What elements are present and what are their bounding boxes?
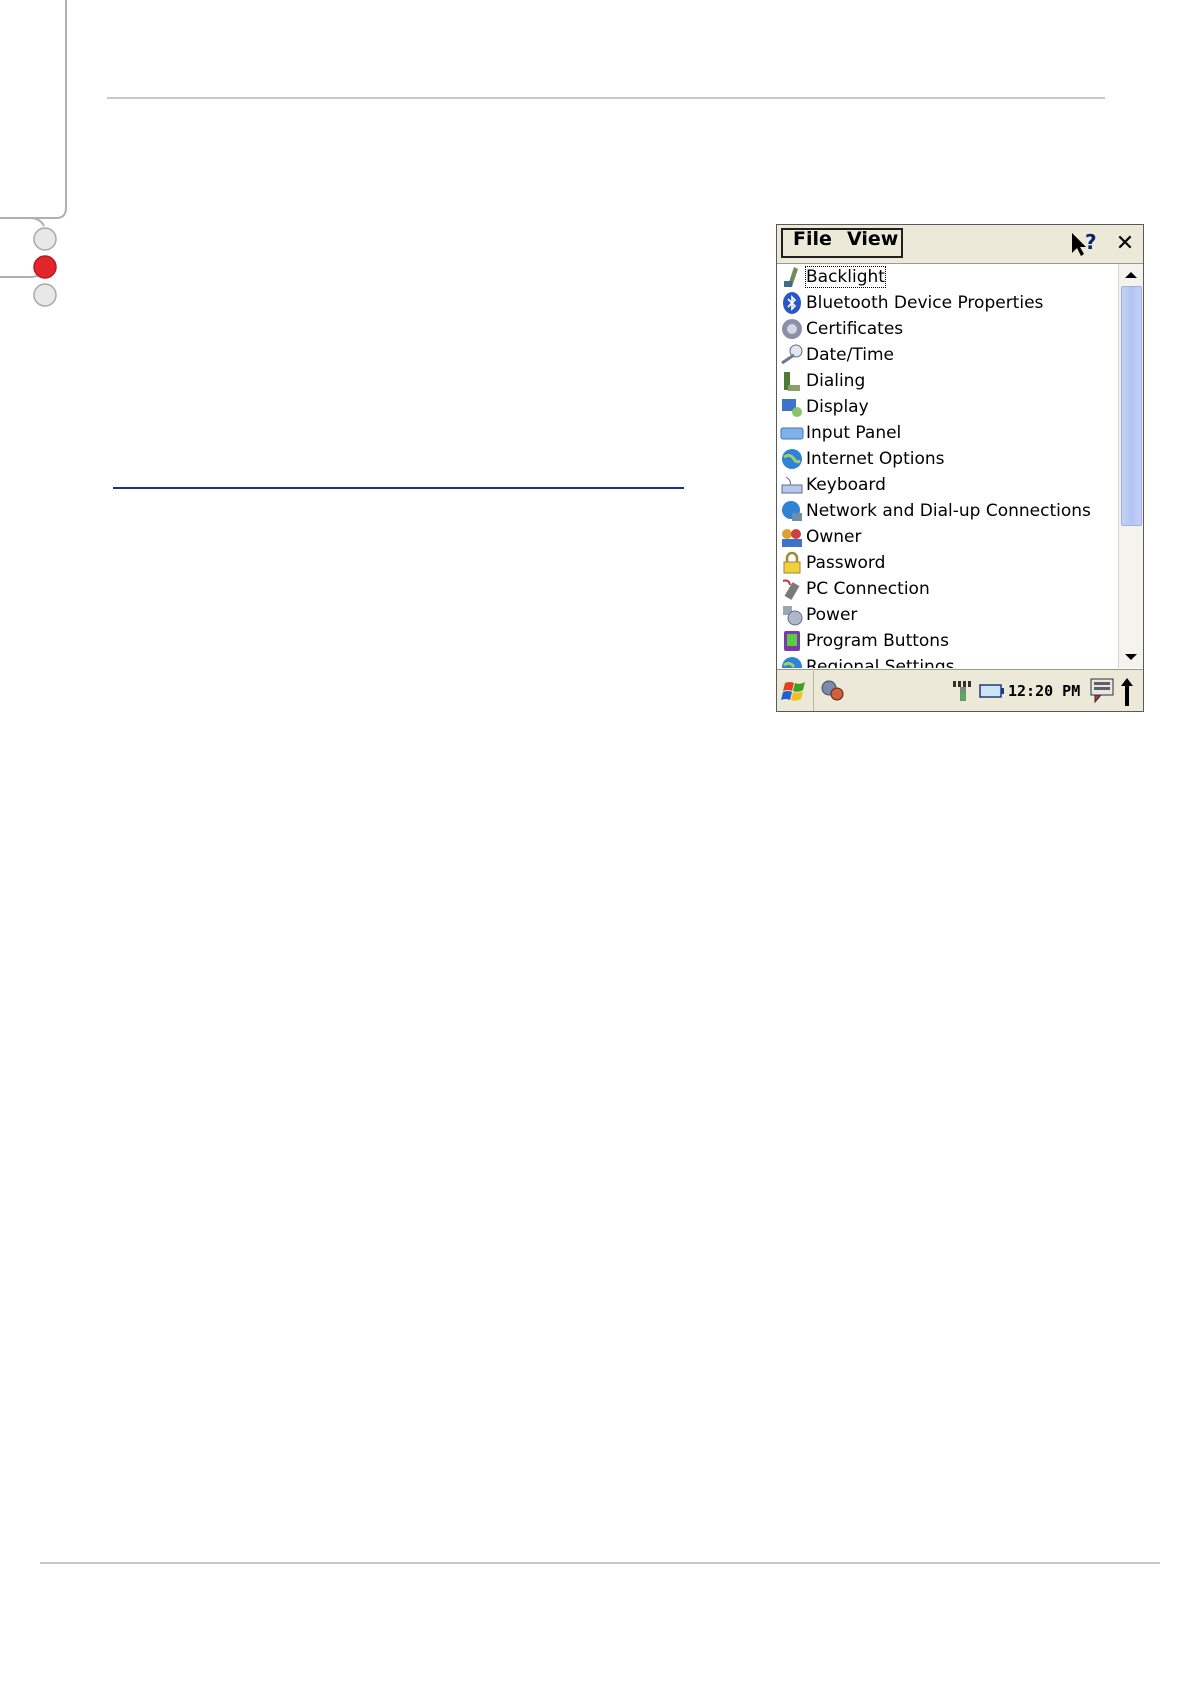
footer-divider [40,1562,1160,1564]
menu-view[interactable]: View [847,228,898,250]
bullet-active [33,255,57,279]
list-item-pc-connection[interactable]: PC Connection [777,576,1117,602]
list-item-internet-options[interactable]: Internet Options [777,446,1117,472]
certificates-icon [782,319,802,339]
scroll-down-icon[interactable] [1119,648,1143,666]
input-panel-toggle-icon[interactable] [1089,676,1115,706]
taskbar-clock[interactable]: 12:20 PM [1008,682,1080,700]
list-item-power[interactable]: Power [777,602,1117,628]
list-item-certificates[interactable]: Certificates [777,316,1117,342]
keyboard-icon [781,476,803,494]
taskbar-up-arrow-icon[interactable] [1119,676,1135,708]
password-icon [783,551,801,574]
list-item-network[interactable]: Network and Dial-up Connections [777,498,1117,524]
close-icon[interactable]: ✕ [1110,229,1140,259]
taskbar: 12:20 PM [777,669,1143,711]
power-icon [783,606,803,626]
list-item-keyboard[interactable]: Keyboard [777,472,1117,498]
signal-icon [953,681,971,701]
internet-options-icon [782,449,802,469]
pc-connection-icon [782,579,800,600]
menu-bar: File View ? ✕ [777,225,1143,264]
list-item-backlight[interactable]: Backlight [777,264,1117,290]
scroll-thumb[interactable] [1121,286,1142,526]
control-panel-app-icon[interactable] [819,678,847,704]
backlight-icon [784,267,798,287]
start-icon[interactable] [777,671,814,711]
list-item-regional-settings[interactable]: Regional Settings [777,654,1117,668]
header-divider [107,97,1105,99]
list-item-input-panel[interactable]: Input Panel [777,420,1117,446]
regional-settings-icon [782,657,802,668]
owner-icon [782,529,802,547]
settings-list: Backlight Bluetooth Device Properties Ce… [777,264,1117,668]
vertical-scrollbar[interactable] [1118,264,1143,668]
program-buttons-icon [784,631,800,651]
list-item-date-time[interactable]: Date/Time [777,342,1117,368]
svg-text:?: ? [1085,230,1097,254]
list-item-dialing[interactable]: Dialing [777,368,1117,394]
network-icon [782,501,802,521]
date-time-icon [781,344,803,365]
dialing-icon [784,372,800,391]
input-panel-icon [780,427,804,440]
display-icon [782,399,802,417]
menu-file[interactable]: File [793,228,832,250]
battery-icon [979,684,1004,698]
bullet-inactive-1 [33,227,57,251]
bullet-inactive-2 [33,283,57,307]
section-underline [113,487,684,489]
help-icon[interactable]: ? [1066,229,1102,259]
scroll-up-icon[interactable] [1119,266,1143,284]
list-item-password[interactable]: Password [777,550,1117,576]
list-item-bluetooth[interactable]: Bluetooth Device Properties [777,290,1117,316]
control-panel-screenshot: File View ? ✕ Backlight Bluetooth Device… [776,224,1144,712]
list-item-program-buttons[interactable]: Program Buttons [777,628,1117,654]
margin-decoration [0,0,67,307]
list-item-owner[interactable]: Owner [777,524,1117,550]
list-item-display[interactable]: Display [777,394,1117,420]
bluetooth-icon [783,292,801,314]
